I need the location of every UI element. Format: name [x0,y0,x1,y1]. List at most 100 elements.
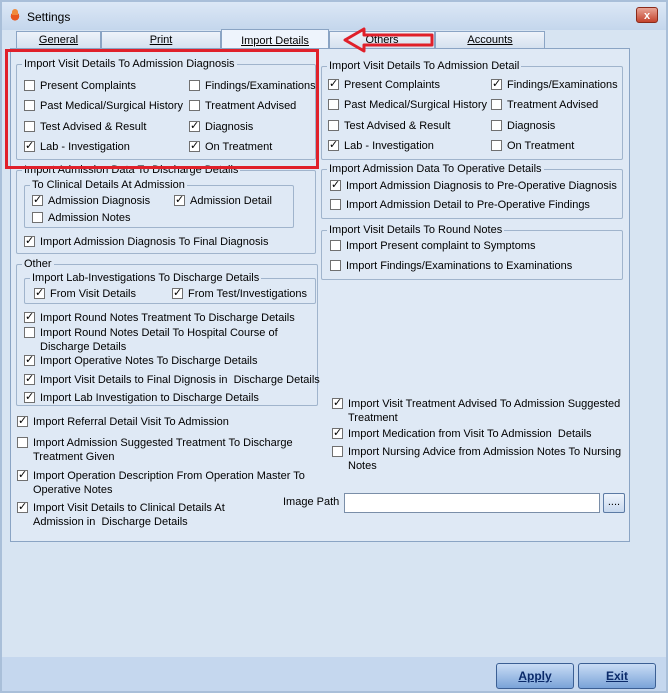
pre-operative-findings-checkbox[interactable]: Import Admission Detail to Pre-Operative… [330,198,590,212]
left-loose-checkbox-3[interactable]: Import Visit Details to Clinical Details… [17,500,225,529]
checkbox[interactable] [330,199,341,210]
checkbox[interactable] [330,240,341,251]
checkbox-label: Import Nursing Advice from Admission Not… [348,446,622,472]
checkbox[interactable] [332,426,343,440]
left-loose-checkbox-1[interactable]: Import Admission Suggested Treatment To … [17,436,293,464]
left-loose-checkbox-2[interactable]: Import Operation Description From Operat… [17,468,305,497]
settings-window: Settings x General Print Import Details … [0,0,668,693]
checkbox-label: Lab - Investigation [40,141,130,153]
final-diagnosis-checkbox[interactable]: Import Admission Diagnosis To Final Diag… [24,234,268,249]
checkbox-label: Import Round Notes Detail To Hospital Co… [40,327,278,353]
checkbox[interactable] [330,260,341,271]
checkbox[interactable] [24,139,35,153]
checkbox-label: Treatment Advised [205,100,297,112]
tab-print[interactable]: Print [101,31,221,48]
right-visit-checkbox-5[interactable]: Diagnosis [491,119,555,133]
right-loose-checkbox-1[interactable]: Import Medication from Visit To Admissio… [332,426,592,441]
left-visit-checkbox-3[interactable]: Treatment Advised [189,99,296,113]
left-visit-checkbox-1[interactable]: Findings/Examinations [189,79,316,93]
symptoms-checkbox[interactable]: Import Present complaint to Symptoms [330,239,536,253]
checkbox[interactable] [328,138,339,152]
checkbox[interactable] [332,446,343,457]
checkbox-label: Admission Notes [48,212,131,224]
checkbox[interactable] [328,99,339,110]
checkbox[interactable] [24,390,35,404]
left-visit-checkbox-0[interactable]: Present Complaints [24,79,136,93]
clinical-admission-diagnosis-checkbox[interactable]: Admission Diagnosis [32,193,150,208]
checkbox[interactable] [189,139,200,153]
other-checkbox-2[interactable]: Import Operative Notes To Discharge Deta… [24,353,257,368]
exit-button[interactable]: Exit [578,663,656,689]
checkbox[interactable] [24,372,35,386]
checkbox[interactable] [172,286,183,300]
right-visit-checkbox-3[interactable]: Treatment Advised [491,98,598,112]
checkbox[interactable] [491,99,502,110]
window-title: Settings [27,10,71,24]
left-visit-checkbox-4[interactable]: Test Advised & Result [24,120,146,134]
tab-accounts[interactable]: Accounts [435,31,545,48]
checkbox[interactable] [17,500,28,514]
close-button[interactable]: x [636,7,658,23]
other-checkbox-3[interactable]: Import Visit Details to Final Dignosis i… [24,372,320,387]
left-visit-checkbox-5[interactable]: Diagnosis [189,119,253,134]
examinations-checkbox[interactable]: Import Findings/Examinations to Examinat… [330,259,572,273]
tab-import-details[interactable]: Import Details [221,29,329,49]
checkbox-label: Import Lab Investigation to Discharge De… [40,392,259,404]
checkbox-label: Admission Detail [190,195,272,207]
other-checkbox-0[interactable]: Import Round Notes Treatment To Discharg… [24,310,295,325]
checkbox[interactable] [17,468,28,482]
checkbox[interactable] [17,437,28,448]
image-path-input[interactable] [344,493,600,513]
apply-button[interactable]: Apply [496,663,574,689]
checkbox[interactable] [24,327,35,338]
checkbox[interactable] [189,119,200,133]
checkbox[interactable] [328,120,339,131]
tab-general[interactable]: General [16,31,101,48]
checkbox[interactable] [491,77,502,91]
clinical-admission-detail-checkbox[interactable]: Admission Detail [174,193,272,208]
other-checkbox-4[interactable]: Import Lab Investigation to Discharge De… [24,390,259,405]
checkbox[interactable] [32,193,43,207]
checkbox[interactable] [332,396,343,410]
checkbox[interactable] [24,121,35,132]
checkbox[interactable] [174,193,185,207]
checkbox[interactable] [330,178,341,192]
left-visit-checkbox-2[interactable]: Past Medical/Surgical History [24,99,183,113]
pre-operative-diagnosis-checkbox[interactable]: Import Admission Diagnosis to Pre-Operat… [330,178,617,193]
checkbox[interactable] [24,234,35,248]
right-visit-checkbox-2[interactable]: Past Medical/Surgical History [328,98,487,112]
right-loose-checkbox-2[interactable]: Import Nursing Advice from Admission Not… [332,445,621,473]
right-visit-checkbox-4[interactable]: Test Advised & Result [328,119,450,133]
clinical-admission-notes-checkbox[interactable]: Admission Notes [32,211,131,225]
right-visit-checkbox-6[interactable]: Lab - Investigation [328,138,434,153]
right-visit-checkbox-1[interactable]: Findings/Examinations [491,77,618,92]
title-bar: Settings x [2,2,666,30]
checkbox[interactable] [17,414,28,428]
checkbox-label: Findings/Examinations [205,80,316,92]
other-checkbox-1[interactable]: Import Round Notes Detail To Hospital Co… [24,326,278,354]
lab-from-test-checkbox[interactable]: From Test/Investigations [172,286,307,301]
checkbox-label: Import Findings/Examinations to Examinat… [346,260,573,272]
left-loose-checkbox-0[interactable]: Import Referral Detail Visit To Admissio… [17,414,229,429]
lab-from-visit-checkbox[interactable]: From Visit Details [34,286,136,301]
checkbox[interactable] [24,80,35,91]
checkbox-label: Import Present complaint to Symptoms [346,240,536,252]
checkbox-label: Import Medication from Visit To Admissio… [348,428,592,440]
checkbox[interactable] [24,100,35,111]
checkbox[interactable] [34,286,45,300]
checkbox[interactable] [189,100,200,111]
left-visit-checkbox-7[interactable]: On Treatment [189,139,272,154]
checkbox[interactable] [491,140,502,151]
checkbox[interactable] [24,353,35,367]
checkbox[interactable] [24,310,35,324]
checkbox[interactable] [32,212,43,223]
checkbox[interactable] [328,77,339,91]
right-visit-checkbox-7[interactable]: On Treatment [491,139,574,153]
left-visit-checkbox-6[interactable]: Lab - Investigation [24,139,130,154]
checkbox[interactable] [491,120,502,131]
right-visit-checkbox-0[interactable]: Present Complaints [328,77,440,92]
right-loose-checkbox-0[interactable]: Import Visit Treatment Advised To Admiss… [332,396,620,425]
browse-button[interactable]: .... [603,493,625,513]
checkbox[interactable] [189,80,200,91]
group-title: Import Admission Data To Discharge Detai… [22,164,241,177]
